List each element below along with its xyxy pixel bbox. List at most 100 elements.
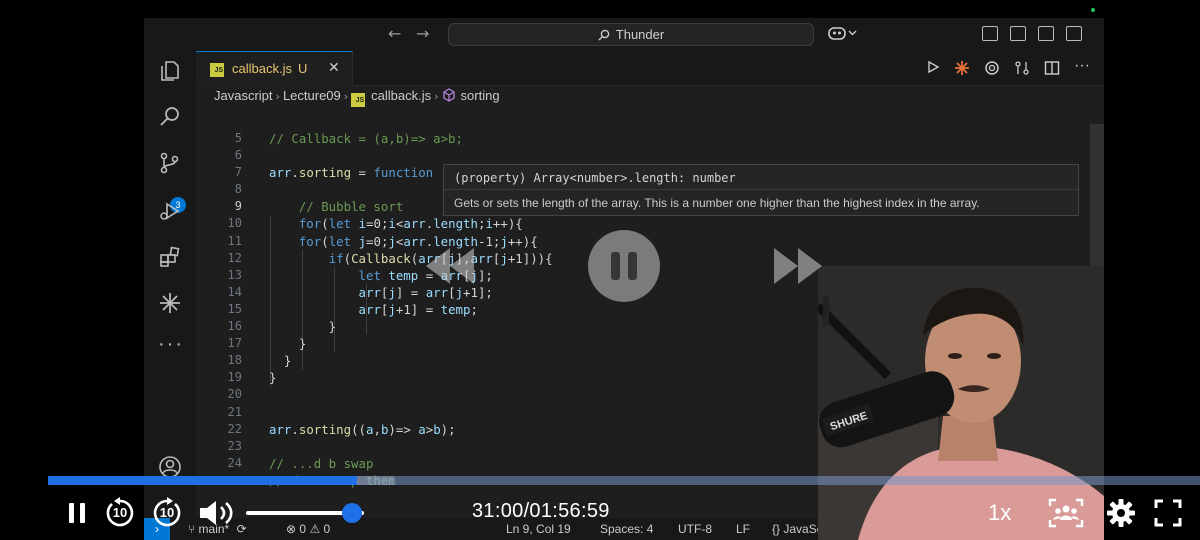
breadcrumb-item: sorting xyxy=(460,88,500,103)
video-player[interactable]: ← → Thunder 3 ··· JS callback.js U ✕ ···… xyxy=(0,0,1200,540)
pause-button[interactable] xyxy=(64,500,90,526)
code-token: for xyxy=(298,233,322,249)
code-token: +1] = xyxy=(395,301,441,317)
line-number: 9 xyxy=(234,199,242,214)
line-number: 5 xyxy=(234,131,242,145)
code-token: ; xyxy=(470,301,478,317)
settings-gear-icon[interactable] xyxy=(1106,498,1136,528)
tab-state: U xyxy=(297,61,308,76)
code-token: // Bubble sort xyxy=(269,199,404,215)
toggle-sidebar-icon xyxy=(1010,26,1026,41)
code-token: ( xyxy=(321,233,329,249)
current-time: 31:00 xyxy=(472,500,524,522)
more-icon: ··· xyxy=(158,333,184,355)
search-icon xyxy=(598,29,610,41)
code-token: -1; xyxy=(477,233,501,249)
center-pause-button[interactable] xyxy=(588,230,660,302)
code-token: i xyxy=(485,216,493,232)
line-number: 12 xyxy=(227,250,242,265)
extensions-icon xyxy=(160,246,180,267)
code-token: sorting xyxy=(298,165,352,181)
code-token: function xyxy=(373,165,434,181)
warning-icon: ⚠ xyxy=(309,522,321,536)
line-number: 7 xyxy=(234,165,242,180)
code-token: [ xyxy=(448,284,456,300)
code-token: =0; xyxy=(366,216,389,232)
code-token: // ...d b swap xyxy=(269,455,374,471)
code-token: ] = xyxy=(395,284,426,300)
code-token: length xyxy=(433,216,478,232)
rewind-10-button[interactable]: 10 xyxy=(104,497,136,529)
git-branch-icon: ⑂ xyxy=(188,522,199,536)
code-token: arr xyxy=(403,216,426,232)
code-token: j xyxy=(388,284,396,300)
code-token: , xyxy=(373,421,381,437)
activity-bar: 3 ··· xyxy=(144,51,196,540)
cursor-position: Ln 9, Col 19 xyxy=(506,522,571,536)
line-number: 16 xyxy=(227,319,242,334)
line-number: 15 xyxy=(227,301,242,316)
code-token: j xyxy=(455,284,464,300)
problems-count: 0 xyxy=(299,522,307,536)
line-number: 14 xyxy=(227,284,242,299)
breadcrumb-item: Lecture09 xyxy=(282,88,341,103)
toggle-panel-icon xyxy=(1038,26,1054,41)
line-number: 13 xyxy=(227,267,242,282)
editor-tab-bar: JS callback.js U ✕ ··· xyxy=(196,51,1104,86)
fast-forward-icon[interactable] xyxy=(772,245,824,287)
code-token: +1])){ xyxy=(507,250,553,266)
compare-changes-icon xyxy=(1015,61,1029,75)
breadcrumb: Javascript › Lecture09 › JS callback.js › sorti… xyxy=(214,87,500,109)
code-line: // Callback = (a,b)=> a>b; xyxy=(269,130,1069,147)
line-number: 10 xyxy=(227,216,242,231)
breadcrumb-item: Javascript xyxy=(214,88,273,103)
rewind-seconds: 10 xyxy=(112,505,128,520)
back-arrow-icon: ← xyxy=(388,24,402,43)
code-token: } xyxy=(269,353,292,369)
line-number: 23 xyxy=(227,438,242,453)
code-token: j xyxy=(388,233,396,249)
code-token: j xyxy=(388,301,396,317)
code-token: let xyxy=(328,233,352,249)
search-icon xyxy=(160,107,179,126)
line-number: 6 xyxy=(234,148,242,163)
duration: 01:56:59 xyxy=(529,500,610,522)
code-token: } xyxy=(269,319,337,335)
end-of-line: LF xyxy=(736,522,751,536)
fullscreen-icon[interactable] xyxy=(1154,499,1182,527)
code-token: i xyxy=(388,216,396,232)
vscode-title-bar: ← → Thunder xyxy=(144,18,1104,51)
participants-icon[interactable] xyxy=(1048,498,1084,528)
code-line: if(Callback(arr[j],arr[j+1])){ xyxy=(269,250,1069,267)
line-number: 11 xyxy=(227,233,242,248)
error-icon: ⊗ xyxy=(286,522,297,536)
code-token: if xyxy=(328,250,344,266)
code-token: = xyxy=(351,165,374,181)
code-token: temp xyxy=(388,267,419,283)
code-token: sorting xyxy=(298,421,352,437)
forward-10-button[interactable]: 10 xyxy=(151,497,183,529)
rewind-icon[interactable] xyxy=(424,245,476,287)
copilot-icon xyxy=(828,25,858,44)
forward-arrow-icon: → xyxy=(416,24,430,43)
command-center: Thunder xyxy=(448,23,814,46)
openai-icon xyxy=(985,61,999,75)
braces-icon: {} xyxy=(772,522,784,536)
js-file-icon: JS xyxy=(210,63,224,77)
volume-icon[interactable] xyxy=(198,499,236,527)
source-control-icon xyxy=(160,152,179,174)
tooltip-signature: (property) Array<number>.length: number xyxy=(454,171,736,185)
playback-speed-button[interactable]: 1x xyxy=(988,500,1011,526)
code-token: =0; xyxy=(366,233,389,249)
code-token: ]; xyxy=(477,267,493,283)
warnings-count: 0 xyxy=(323,522,331,536)
code-token: ); xyxy=(440,421,456,437)
forward-seconds: 10 xyxy=(159,505,175,520)
code-token: a xyxy=(418,421,426,437)
